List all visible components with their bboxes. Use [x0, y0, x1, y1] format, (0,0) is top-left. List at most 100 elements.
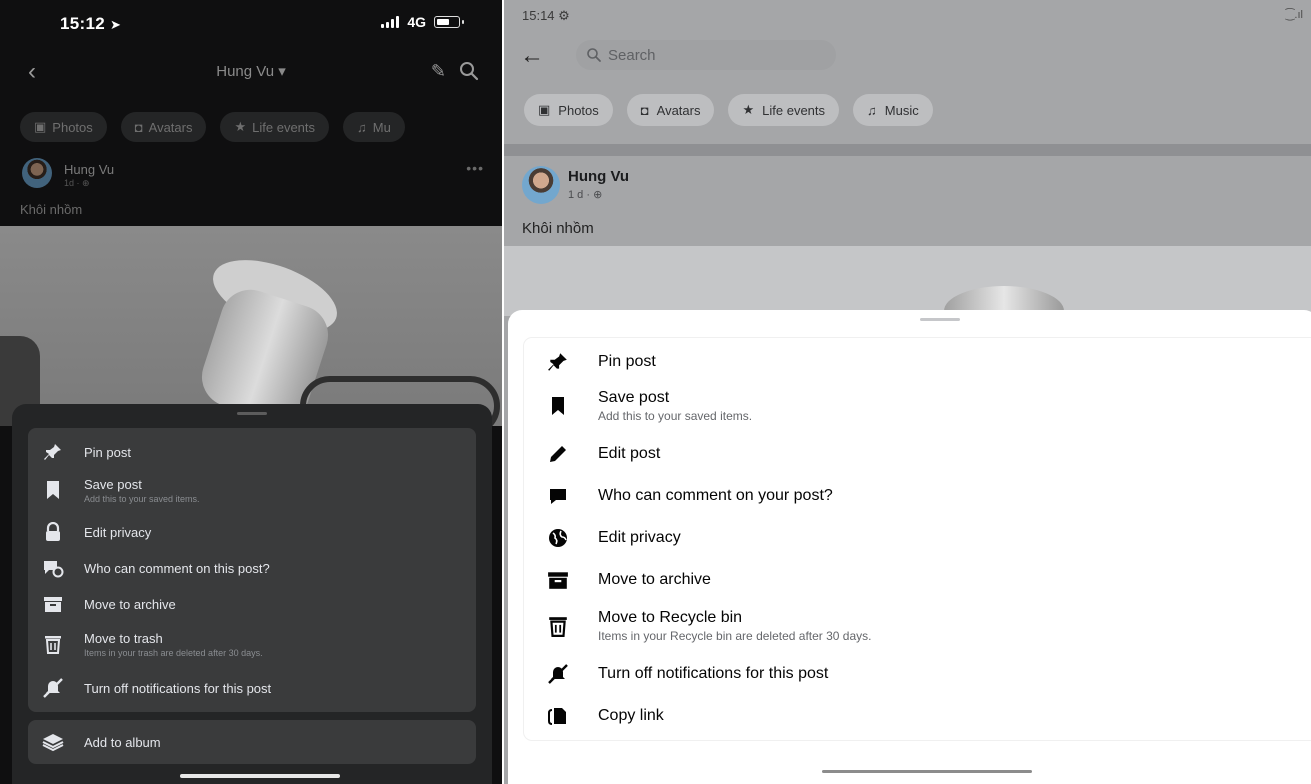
lock-icon — [42, 521, 64, 543]
music-icon: ♫ — [357, 119, 367, 135]
chip-life-events[interactable]: ★ Life events — [728, 94, 840, 126]
trash-icon — [42, 633, 64, 655]
post-options-sheet: Pin post Save post Add this to your saved… — [12, 404, 492, 784]
archive-icon — [42, 593, 64, 615]
android-light-screen: 15:14 ⚙ ⁐.ıl ← Search ▣ Photos ◘ Avatars ★… — [504, 0, 1311, 784]
chip-label: Photos — [558, 102, 599, 118]
status-time-text: 15:14 — [522, 8, 555, 23]
menu-item-turn-off-notifications[interactable]: Turn off notifications for this post — [28, 672, 476, 704]
top-bar: ← Search — [504, 28, 1311, 84]
menu-item-edit-post[interactable]: Edit post — [524, 436, 1304, 472]
menu-sublabel: Add this to your saved items. — [84, 493, 200, 504]
post-header: Hung Vu 1 d · ⊕ — [522, 164, 1302, 204]
menu-item-turn-off-notifications[interactable]: Turn off notifications for this post — [524, 656, 1304, 692]
chip-music[interactable]: ♫ Music — [853, 94, 933, 126]
status-time-text: 15:12 — [60, 14, 105, 33]
post-photo[interactable] — [504, 246, 1311, 316]
menu-item-move-to-archive[interactable]: Move to archive — [28, 588, 476, 620]
menu-label: Edit privacy — [84, 524, 152, 540]
album-icon — [42, 731, 64, 753]
chip-label: Mu — [372, 119, 391, 135]
chip-label: Life events — [762, 102, 826, 118]
post-photo[interactable] — [0, 226, 502, 426]
post-meta: 1 d · ⊕ — [568, 189, 603, 201]
chip-label: Avatars — [656, 102, 701, 118]
album-card: Add to album — [28, 720, 476, 764]
menu-item-move-to-trash[interactable]: Move to trash Items in your trash are del… — [28, 624, 476, 664]
filter-chips: ▣ Photos ◘ Avatars ★ Life events ♫ Music — [524, 94, 933, 126]
menu-label: Pin post — [598, 353, 656, 370]
post-options-sheet: Pin post Save post Add this to your saved… — [508, 310, 1311, 784]
bell-off-icon — [42, 677, 64, 699]
options-card: Pin post Save post Add this to your saved… — [28, 428, 476, 712]
avatar[interactable] — [522, 166, 560, 204]
search-icon — [587, 48, 601, 62]
menu-item-add-to-album[interactable]: Add to album — [28, 726, 476, 758]
comment-icon — [546, 484, 570, 508]
top-nav: ‹ Hung Vu ▾ ✎ — [0, 52, 502, 92]
pencil-icon[interactable]: ✎ — [431, 61, 446, 82]
comment-settings-icon — [42, 557, 64, 579]
copy-link-icon — [546, 704, 570, 728]
chip-label: Avatars — [148, 119, 193, 135]
chip-photos[interactable]: ▣ Photos — [524, 94, 613, 126]
chip-avatars[interactable]: ◘ Avatars — [120, 112, 207, 142]
menu-item-save-post[interactable]: Save post Add this to your saved items. — [28, 472, 476, 508]
menu-item-edit-privacy[interactable]: Edit privacy — [524, 520, 1304, 556]
life-events-icon: ★ — [742, 102, 755, 117]
menu-item-move-to-recycle-bin[interactable]: Move to Recycle bin Items in your Recycle… — [524, 604, 1304, 648]
post-author[interactable]: Hung Vu — [64, 162, 114, 177]
menu-item-move-to-archive[interactable]: Move to archive — [524, 562, 1304, 598]
section-divider — [504, 144, 1311, 156]
menu-item-pin-post[interactable]: Pin post — [28, 436, 476, 468]
avatars-icon: ◘ — [640, 102, 649, 118]
menu-label: Move to Recycle bin — [598, 609, 743, 626]
menu-sublabel: Items in your trash are deleted after 30… — [84, 647, 263, 658]
life-events-icon: ★ — [234, 119, 247, 134]
menu-item-pin-post[interactable]: Pin post — [524, 344, 1304, 380]
search-placeholder: Search — [608, 46, 656, 64]
sheet-handle[interactable] — [920, 318, 960, 321]
more-options-icon[interactable]: ••• — [466, 160, 484, 176]
menu-item-copy-link[interactable]: Copy link — [524, 698, 1304, 734]
search-input[interactable]: Search — [576, 40, 836, 70]
avatar[interactable] — [22, 158, 52, 188]
search-icon[interactable] — [458, 60, 480, 82]
signal-icon — [381, 16, 400, 28]
menu-item-who-can-comment[interactable]: Who can comment on this post? — [28, 552, 476, 584]
menu-item-edit-privacy[interactable]: Edit privacy — [28, 516, 476, 548]
menu-label: Move to archive — [598, 571, 711, 588]
menu-label: Who can comment on this post? — [84, 560, 270, 576]
menu-item-who-can-comment[interactable]: Who can comment on your post? — [524, 478, 1304, 514]
menu-sublabel: Items in your Recycle bin are deleted af… — [598, 629, 872, 643]
menu-label: Add to album — [84, 734, 161, 750]
menu-label: Turn off notifications for this post — [84, 680, 272, 696]
profile-title[interactable]: Hung Vu ▾ — [0, 62, 502, 80]
post-caption: Khôi nhồm — [20, 202, 83, 217]
settings-gear-icon: ⚙ — [558, 8, 570, 23]
chip-avatars[interactable]: ◘ Avatars — [626, 94, 715, 126]
chip-life-events[interactable]: ★ Life events — [220, 112, 330, 142]
music-icon: ♫ — [867, 102, 877, 118]
status-time: 15:12 ➤ — [60, 14, 121, 34]
filter-chips: ▣ Photos ◘ Avatars ★ Life events ♫ Mu — [20, 112, 405, 142]
menu-label: Copy link — [598, 707, 664, 724]
avatars-icon: ◘ — [134, 119, 143, 135]
chip-music[interactable]: ♫ Mu — [343, 112, 405, 142]
location-arrow-icon: ➤ — [109, 17, 122, 32]
pin-icon — [546, 350, 570, 374]
chip-label: Life events — [252, 119, 316, 135]
back-arrow-icon[interactable]: ← — [520, 44, 544, 68]
bookmark-icon — [546, 394, 570, 418]
post-author[interactable]: Hung Vu — [568, 168, 629, 185]
menu-label: Move to archive — [84, 596, 176, 612]
menu-label: Pin post — [84, 444, 131, 460]
sheet-handle[interactable] — [237, 412, 267, 415]
menu-item-save-post[interactable]: Save post Add this to your saved items. — [524, 384, 1304, 428]
home-indicator[interactable] — [180, 774, 340, 778]
status-bar: 15:14 ⚙ ⁐.ıl — [504, 0, 1311, 28]
chip-label: Photos — [52, 119, 93, 135]
home-indicator[interactable] — [822, 770, 1032, 773]
photos-icon: ▣ — [34, 119, 47, 134]
chip-photos[interactable]: ▣ Photos — [20, 112, 107, 142]
